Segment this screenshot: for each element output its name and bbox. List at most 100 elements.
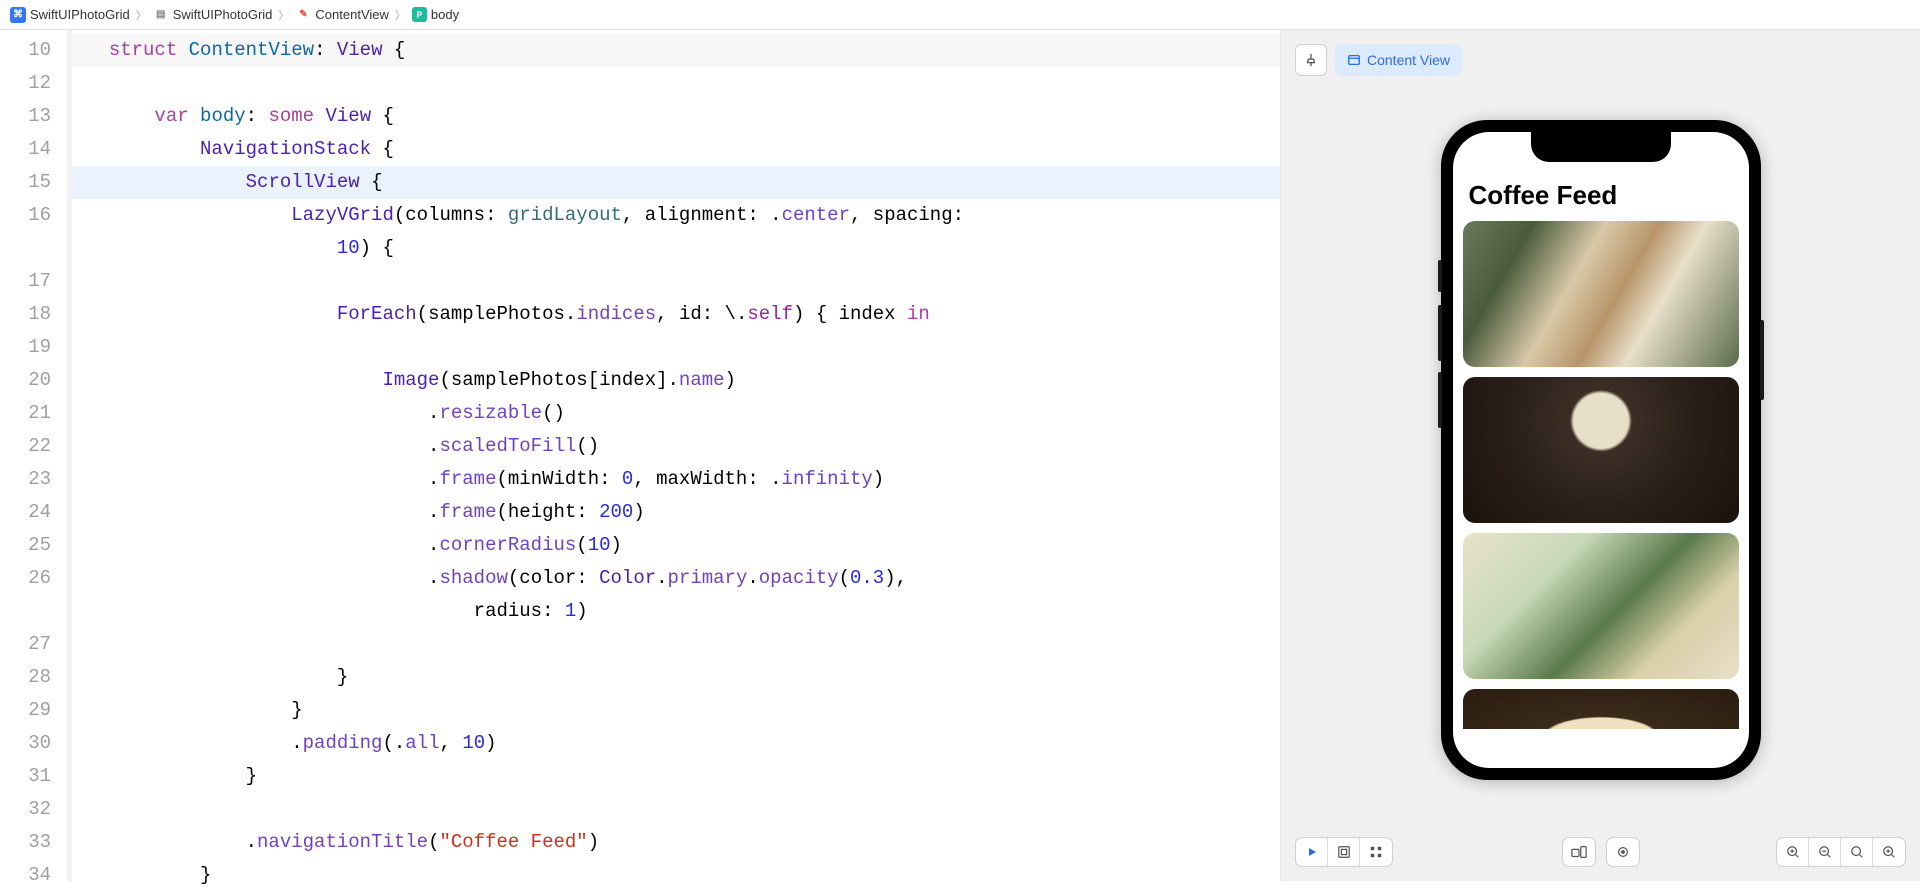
preview-mode-group	[1295, 837, 1393, 867]
code-line[interactable]: Image(samplePhotos[index].name)	[86, 364, 1280, 397]
line-number: 26	[0, 562, 51, 595]
project-icon: ⌘	[10, 7, 26, 23]
device-icon	[1571, 845, 1587, 859]
breadcrumb-folder-label: SwiftUIPhotoGrid	[173, 7, 273, 22]
side-button-icon	[1760, 320, 1764, 400]
photo-card[interactable]	[1463, 689, 1739, 729]
code-line[interactable]: }	[86, 694, 1280, 727]
code-line[interactable]: .frame(height: 200)	[86, 496, 1280, 529]
breadcrumb-project-label: SwiftUIPhotoGrid	[30, 7, 130, 22]
photo-feed[interactable]	[1453, 221, 1749, 729]
line-number: 28	[0, 661, 51, 694]
code-line[interactable]: var body: some View {	[86, 100, 1280, 133]
main-split: 1012131415161718192021222324252627282930…	[0, 30, 1920, 881]
notch-icon	[1531, 132, 1671, 162]
line-number: 22	[0, 430, 51, 463]
code-line[interactable]: }	[86, 859, 1280, 892]
side-button-icon	[1438, 305, 1442, 361]
preview-selector-label: Content View	[1367, 52, 1450, 68]
device-frame: Coffee Feed	[1441, 120, 1761, 780]
zoom-out-button[interactable]	[1809, 838, 1841, 866]
code-line[interactable]: .cornerRadius(10)	[86, 529, 1280, 562]
device-screen[interactable]: Coffee Feed	[1453, 132, 1749, 768]
device-settings-button[interactable]	[1562, 837, 1596, 867]
breadcrumb-file[interactable]: ✎ ContentView	[295, 7, 388, 23]
zoom-in-button[interactable]	[1873, 838, 1905, 866]
line-number: 12	[0, 67, 51, 100]
preview-header: Content View	[1295, 44, 1462, 76]
photo-card[interactable]	[1463, 533, 1739, 679]
line-number: 21	[0, 397, 51, 430]
code-line[interactable]: 10) {	[86, 232, 1280, 265]
zoom-actual-icon	[1850, 845, 1864, 859]
code-line[interactable]: .resizable()	[86, 397, 1280, 430]
side-button-icon	[1438, 260, 1442, 292]
chevron-icon: 〉	[136, 7, 147, 23]
code-line[interactable]: ForEach(samplePhotos.indices, id: \.self…	[86, 298, 1280, 331]
code-line[interactable]: radius: 1)	[86, 595, 1280, 628]
code-line[interactable]: .shadow(color: Color.primary.opacity(0.3…	[86, 562, 1280, 595]
line-number: 33	[0, 826, 51, 859]
play-icon	[1306, 846, 1318, 858]
code-line[interactable]: ScrollView {	[72, 166, 1280, 199]
settings-icon	[1616, 845, 1630, 859]
line-number: 30	[0, 727, 51, 760]
pin-button[interactable]	[1295, 44, 1327, 76]
line-number-gutter: 1012131415161718192021222324252627282930…	[0, 30, 72, 881]
code-line[interactable]: }	[86, 661, 1280, 694]
breadcrumb-property[interactable]: P body	[412, 7, 459, 22]
line-number: 17	[0, 265, 51, 298]
photo-card[interactable]	[1463, 221, 1739, 367]
code-line[interactable]: struct ContentView: View {	[72, 34, 1280, 67]
code-line[interactable]: NavigationStack {	[86, 133, 1280, 166]
line-number: 31	[0, 760, 51, 793]
code-line[interactable]	[86, 793, 1280, 826]
line-number: 14	[0, 133, 51, 166]
line-number: 32	[0, 793, 51, 826]
chevron-icon: 〉	[395, 7, 406, 23]
swift-icon: ✎	[295, 7, 311, 23]
zoom-fit-button[interactable]	[1777, 838, 1809, 866]
live-preview-button[interactable]	[1296, 838, 1328, 866]
photo-card[interactable]	[1463, 377, 1739, 523]
code-content[interactable]: struct ContentView: View { var body: som…	[72, 30, 1280, 881]
grid-icon	[1369, 845, 1383, 859]
code-line[interactable]	[86, 67, 1280, 100]
zoom-out-icon	[1818, 845, 1832, 859]
breadcrumb-project[interactable]: ⌘ SwiftUIPhotoGrid	[10, 7, 130, 23]
code-editor[interactable]: 1012131415161718192021222324252627282930…	[0, 30, 1280, 881]
line-number	[0, 595, 51, 628]
zoom-fit-icon	[1786, 845, 1800, 859]
zoom-group	[1776, 837, 1906, 867]
canvas-settings-button[interactable]	[1606, 837, 1640, 867]
code-line[interactable]: .padding(.all, 10)	[86, 727, 1280, 760]
line-number: 34	[0, 859, 51, 892]
code-line[interactable]	[86, 265, 1280, 298]
code-line[interactable]: .navigationTitle("Coffee Feed")	[86, 826, 1280, 859]
line-number: 27	[0, 628, 51, 661]
code-line[interactable]: .scaledToFill()	[86, 430, 1280, 463]
code-line[interactable]	[86, 331, 1280, 364]
line-number: 23	[0, 463, 51, 496]
code-line[interactable]	[86, 628, 1280, 661]
code-line[interactable]: }	[86, 760, 1280, 793]
line-number	[0, 232, 51, 265]
zoom-actual-button[interactable]	[1841, 838, 1873, 866]
line-number: 15	[0, 166, 51, 199]
navigation-title: Coffee Feed	[1453, 176, 1749, 221]
line-number: 18	[0, 298, 51, 331]
line-number: 19	[0, 331, 51, 364]
side-button-icon	[1438, 372, 1442, 428]
line-number: 13	[0, 100, 51, 133]
code-line[interactable]: .frame(minWidth: 0, maxWidth: .infinity)	[86, 463, 1280, 496]
code-line[interactable]: LazyVGrid(columns: gridLayout, alignment…	[86, 199, 1280, 232]
breadcrumb-folder[interactable]: ▤ SwiftUIPhotoGrid	[153, 7, 273, 23]
breadcrumb: ⌘ SwiftUIPhotoGrid 〉 ▤ SwiftUIPhotoGrid …	[0, 0, 1920, 30]
folder-icon: ▤	[153, 7, 169, 23]
window-icon	[1347, 53, 1361, 67]
selectable-preview-button[interactable]	[1328, 838, 1360, 866]
variants-button[interactable]	[1360, 838, 1392, 866]
property-icon: P	[412, 7, 427, 22]
line-number: 24	[0, 496, 51, 529]
preview-selector-chip[interactable]: Content View	[1335, 44, 1462, 76]
